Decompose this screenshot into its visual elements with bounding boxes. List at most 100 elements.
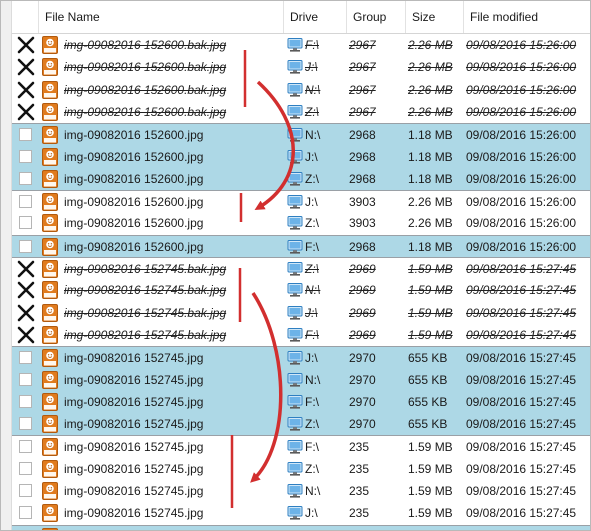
file-modified-cell: 09/08/2016 15:27:45	[466, 327, 577, 342]
computer-icon	[287, 283, 303, 297]
checkbox-icon[interactable]	[19, 506, 32, 520]
size-cell: 1.59 MB	[408, 327, 453, 342]
jpg-file-icon	[42, 237, 58, 256]
drive-column-header[interactable]: Drive	[284, 1, 347, 33]
checkbox-icon[interactable]	[19, 372, 32, 386]
drive-cell: Z:\	[305, 216, 319, 231]
x-mark-icon[interactable]	[17, 304, 35, 322]
table-row[interactable]: img-09082016 152600.bak.jpg Z:\ 2967 2.26 M…	[12, 101, 590, 123]
drive-cell: Z:\	[305, 262, 319, 276]
group-cell: 2967	[349, 82, 376, 97]
x-mark-icon[interactable]	[17, 58, 35, 76]
file-modified-cell: 09/08/2016 15:26:00	[466, 104, 577, 119]
x-mark-icon[interactable]	[17, 281, 35, 299]
checkbox-icon[interactable]	[19, 440, 32, 454]
file-name-cell: img-09082016 152745.jpg	[64, 394, 204, 409]
table-row[interactable]: img-09082016 152600.bak.jpg J:\ 2967 2.26 M…	[12, 56, 590, 78]
x-mark-icon[interactable]	[17, 103, 35, 121]
table-row[interactable]: img-09082016 152745.jpg J:\ 2970 655 KB 09/0…	[12, 346, 590, 370]
x-mark-icon[interactable]	[17, 260, 35, 278]
jpg-file-icon	[42, 193, 58, 212]
checkbox-icon[interactable]	[19, 239, 32, 253]
table-row[interactable]: img-09082016 152745.bak.jpg F:\ 2969 1.59 M…	[12, 324, 590, 346]
checkbox-icon[interactable]	[19, 461, 32, 475]
checkbox-icon[interactable]	[19, 149, 32, 163]
checkbox-icon[interactable]	[19, 216, 32, 230]
drive-cell: N:\	[305, 283, 321, 298]
computer-icon	[287, 128, 303, 142]
vertical-scrollbar[interactable]	[1, 1, 12, 530]
table-row[interactable]: img-09082016 152745.jpg J:\ 235 1.59 MB 09/0…	[12, 502, 590, 524]
table-row[interactable]: img-09082016 161732.jpg	[12, 524, 590, 530]
computer-icon	[287, 417, 303, 431]
table-row[interactable]: img-09082016 152745.jpg N:\ 235 1.59 MB 09/0…	[12, 480, 590, 502]
checkbox-column-header[interactable]	[12, 1, 39, 33]
group-cell: 2969	[349, 305, 376, 320]
file-name-cell: img-09082016 152600.bak.jpg	[64, 104, 227, 119]
table-row[interactable]: img-09082016 152600.jpg Z:\ 3903 2.26 MB 09/…	[12, 212, 590, 234]
table-row[interactable]: img-09082016 152600.bak.jpg F:\ 2967 2.26 M…	[12, 34, 590, 56]
table-row[interactable]: img-09082016 152745.jpg N:\ 2970 655 KB 09/0…	[12, 368, 590, 391]
file-name-column-header[interactable]: File Name	[39, 1, 284, 33]
size-cell: 1.18 MB	[408, 171, 453, 186]
file-modified-cell: 09/08/2016 15:27:45	[466, 484, 577, 498]
group-cell: 2968	[349, 128, 376, 143]
column-header: File Name Drive Group Size File modified	[12, 1, 590, 34]
x-mark-icon[interactable]	[17, 81, 35, 99]
checkbox-icon[interactable]	[19, 351, 32, 365]
size-column-header[interactable]: Size	[406, 1, 464, 33]
checkbox-icon[interactable]	[19, 417, 32, 431]
group-cell: 2969	[349, 262, 376, 276]
computer-icon	[287, 195, 303, 209]
table-row[interactable]: img-09082016 152745.bak.jpg J:\ 2969 1.59 M…	[12, 302, 590, 324]
jpg-file-icon	[42, 260, 58, 278]
table-row[interactable]: img-09082016 152600.jpg Z:\ 2968 1.18 MB 09/…	[12, 167, 590, 190]
drive-cell: J:\	[305, 351, 318, 366]
size-cell: 1.18 MB	[408, 128, 453, 143]
table-row[interactable]: img-09082016 152600.jpg F:\ 2968 1.18 MB 09/…	[12, 234, 590, 258]
size-cell: 655 KB	[408, 394, 448, 409]
jpg-file-icon	[42, 504, 58, 523]
file-name-cell: img-09082016 152745.jpg	[64, 372, 204, 387]
size-cell: 1.18 MB	[408, 149, 453, 164]
table-row[interactable]: img-09082016 152745.jpg Z:\ 235 1.59 MB 09/0…	[12, 458, 590, 480]
group-column-header[interactable]: Group	[347, 1, 406, 33]
jpg-file-icon	[42, 482, 58, 500]
file-name-cell: img-09082016 152745.jpg	[64, 351, 204, 366]
size-cell: 1.18 MB	[408, 239, 453, 254]
file-name-cell: img-09082016 152600.bak.jpg	[64, 38, 227, 52]
drive-cell: N:\	[305, 372, 321, 387]
group-cell: 2970	[349, 372, 376, 387]
computer-icon	[287, 262, 303, 276]
jpg-file-icon	[42, 80, 58, 99]
drive-cell: F:\	[305, 394, 319, 409]
file-modified-column-header[interactable]: File modified	[464, 1, 590, 33]
file-name-cell: img-09082016 152745.jpg	[64, 461, 204, 476]
x-mark-icon[interactable]	[17, 326, 35, 344]
file-modified-cell: 09/08/2016 15:27:45	[466, 461, 577, 476]
table-row[interactable]: img-09082016 152600.bak.jpg N:\ 2967 2.26 M…	[12, 79, 590, 101]
x-mark-icon[interactable]	[17, 36, 35, 54]
table-row[interactable]: img-09082016 152745.bak.jpg N:\ 2969 1.59 M…	[12, 279, 590, 301]
table-row[interactable]: img-09082016 152745.jpg F:\ 235 1.59 MB 09/0…	[12, 435, 590, 458]
file-name-cell: img-09082016 152745.jpg	[64, 506, 204, 521]
checkbox-icon[interactable]	[19, 171, 32, 185]
checkbox-icon[interactable]	[19, 484, 32, 497]
table-row[interactable]: img-09082016 152600.jpg J:\ 2968 1.18 MB 09/…	[12, 145, 590, 168]
group-cell: 235	[349, 484, 370, 498]
jpg-file-icon	[42, 36, 58, 54]
file-name-cell: img-09082016 152745.jpg	[64, 484, 204, 498]
checkbox-icon[interactable]	[19, 128, 32, 142]
checkbox-icon[interactable]	[19, 195, 32, 209]
checkbox-icon[interactable]	[19, 394, 32, 408]
table-row[interactable]: img-09082016 152745.bak.jpg Z:\ 2969 1.59 M…	[12, 257, 590, 280]
table-row[interactable]: img-09082016 152745.jpg Z:\ 2970 655 KB 09/0…	[12, 413, 590, 436]
table-row[interactable]: img-09082016 152600.jpg J:\ 3903 2.26 MB 09/…	[12, 190, 590, 213]
table-row[interactable]: img-09082016 152745.jpg F:\ 2970 655 KB 09/0…	[12, 390, 590, 413]
group-cell: 2970	[349, 394, 376, 409]
size-cell: 2.26 MB	[408, 216, 453, 231]
file-modified-cell: 09/08/2016 15:27:45	[466, 305, 577, 320]
computer-icon	[287, 372, 303, 387]
computer-icon	[287, 38, 303, 52]
table-row[interactable]: img-09082016 152600.jpg N:\ 2968 1.18 MB 09/…	[12, 123, 590, 147]
